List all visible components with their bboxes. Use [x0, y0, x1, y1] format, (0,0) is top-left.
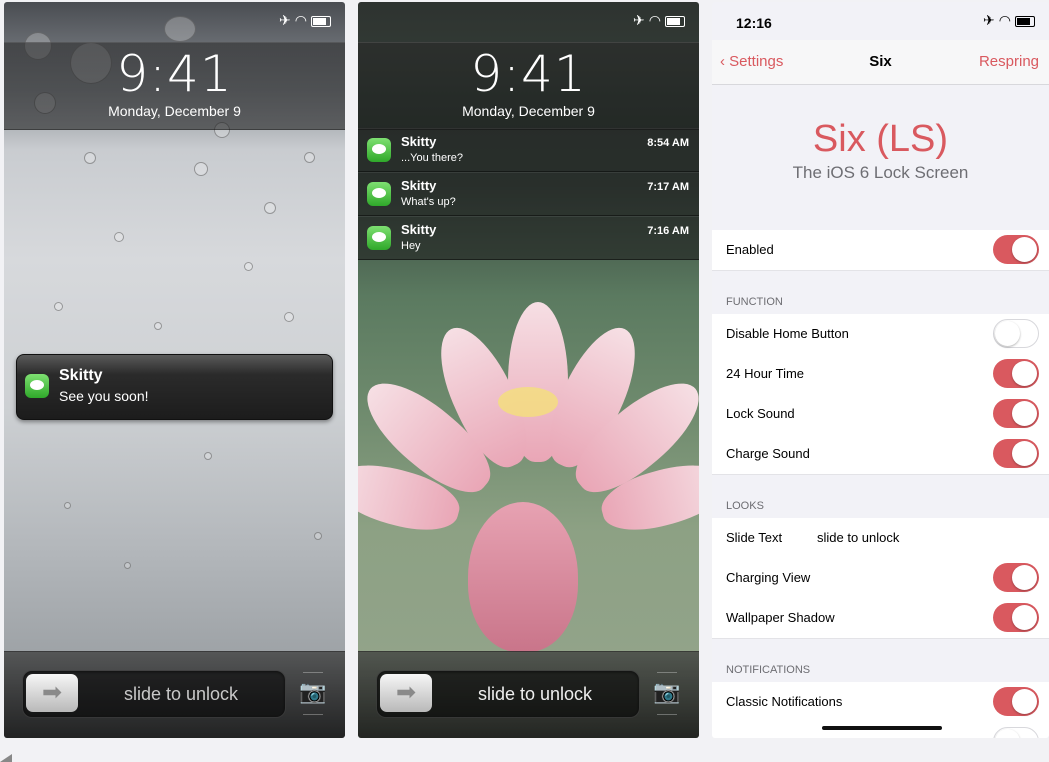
- slide-to-unlock-bar: ➡ slide to unlock 📷: [358, 651, 699, 738]
- slide-text: slide to unlock: [123, 684, 239, 704]
- disable-home-button-toggle[interactable]: [993, 319, 1039, 348]
- notification-item[interactable]: Skitty Hey 7:16 AM: [358, 216, 699, 260]
- lockscreen-notifications: ✈◠ 9:41 Monday, December 9 Skitty ...You…: [358, 2, 699, 738]
- slide-to-unlock-bar: ➡ slide to unlock 📷: [4, 651, 345, 738]
- notification-title: Skitty: [59, 367, 103, 384]
- notification-body: See you soon!: [59, 388, 149, 404]
- partial-toggle[interactable]: [993, 727, 1039, 738]
- row-label: Slide Text: [726, 530, 783, 545]
- enabled-row: Enabled: [712, 230, 1049, 271]
- lock-date: Monday, December 9: [462, 103, 595, 119]
- status-bar: ✈◠: [279, 12, 331, 29]
- row-label: Disable Home Button: [726, 326, 849, 341]
- lock-sound-row: Lock Sound: [712, 394, 1049, 435]
- notification-body: Hey: [401, 240, 421, 252]
- charge-sound-toggle[interactable]: [993, 439, 1039, 468]
- notification-title: Skitty: [401, 222, 437, 237]
- respring-button[interactable]: Respring: [979, 53, 1039, 70]
- lock-clock-header: 9:41 Monday, December 9: [358, 42, 699, 130]
- slide-knob[interactable]: ➡: [26, 674, 78, 712]
- section-header-function: FUNCTION: [726, 296, 783, 308]
- messages-icon: [367, 182, 391, 206]
- lock-sound-toggle[interactable]: [993, 399, 1039, 428]
- lock-clock-header: 9:41 Monday, December 9: [4, 42, 345, 130]
- slide-track: ➡ slide to unlock: [22, 670, 286, 718]
- wallpaper-shadow-row: Wallpaper Shadow: [712, 598, 1049, 639]
- notification-list: Skitty ...You there? 8:54 AM Skitty What…: [358, 128, 699, 260]
- disable-home-button-row: Disable Home Button: [712, 314, 1049, 355]
- camera-grip: [657, 714, 677, 715]
- 24-hour-time-row: 24 Hour Time: [712, 354, 1049, 395]
- camera-grip: [657, 672, 677, 673]
- lock-time: 9:41: [116, 45, 233, 103]
- tweak-subtitle: The iOS 6 Lock Screen: [792, 163, 969, 182]
- enabled-toggle[interactable]: [993, 235, 1039, 264]
- arrow-right-icon: ➡: [41, 679, 63, 706]
- lock-date: Monday, December 9: [108, 103, 241, 119]
- camera-grip: [303, 714, 323, 715]
- notification-time: 8:54 AM: [647, 137, 689, 149]
- wifi-icon: ◠: [998, 12, 1015, 28]
- slide-text-row: Slide Text slide to unlock: [712, 518, 1049, 559]
- wifi-icon: ◠: [648, 12, 665, 28]
- airplane-icon: ✈: [983, 12, 999, 28]
- messages-icon: [367, 226, 391, 250]
- row-label: 24 Hour Time: [726, 366, 805, 381]
- lockscreen-classic: ✈◠ 9:41 Monday, December 9 Skitty See yo…: [4, 2, 345, 738]
- status-bar: ✈◠: [983, 12, 1035, 29]
- settings-screen: 12:16 ✈◠ ‹ Settings Six Respring Six (LS…: [712, 2, 1049, 738]
- row-label: Classic Notifications: [726, 694, 843, 709]
- classic-notifications-toggle[interactable]: [993, 687, 1039, 716]
- navigation-bar: ‹ Settings Six Respring: [712, 40, 1049, 85]
- notification-title: Skitty: [401, 134, 437, 149]
- messages-icon: [367, 138, 391, 162]
- notification-item[interactable]: Skitty What's up? 7:17 AM: [358, 172, 699, 216]
- row-label: Wallpaper Shadow: [726, 610, 835, 625]
- messages-icon: [25, 374, 49, 398]
- tweak-title: Six (LS): [812, 118, 949, 160]
- section-header-looks: LOOKS: [726, 500, 764, 512]
- notification-item[interactable]: Skitty ...You there? 8:54 AM: [358, 128, 699, 172]
- lock-time: 9:41: [470, 45, 587, 103]
- slide-text: slide to unlock: [477, 684, 593, 704]
- battery-icon: [665, 15, 685, 27]
- battery-icon: [1015, 15, 1035, 27]
- notification-time: 7:16 AM: [647, 225, 689, 237]
- slide-knob[interactable]: ➡: [380, 674, 432, 712]
- section-header-notifications: NOTIFICATIONS: [726, 664, 811, 676]
- row-label: Charge Sound: [726, 446, 810, 461]
- charging-view-toggle[interactable]: [993, 563, 1039, 592]
- row-label: Charging View: [726, 570, 811, 585]
- classic-notifications-row: Classic Notifications: [712, 682, 1049, 723]
- charge-sound-row: Charge Sound: [712, 434, 1049, 475]
- row-label: Lock Sound: [726, 406, 795, 421]
- airplane-icon: ✈: [633, 12, 649, 28]
- notification-banner[interactable]: Skitty See you soon!: [16, 354, 333, 420]
- slide-track: ➡ slide to unlock: [376, 670, 640, 718]
- corner-marker: [0, 754, 12, 762]
- notification-title: Skitty: [401, 178, 437, 193]
- row-label: Enabled: [726, 242, 774, 257]
- airplane-icon: ✈: [279, 12, 295, 28]
- status-bar: ✈◠: [633, 12, 685, 29]
- wifi-icon: ◠: [294, 12, 311, 28]
- 24-hour-time-toggle[interactable]: [993, 359, 1039, 388]
- notification-time: 7:17 AM: [647, 181, 689, 193]
- camera-icon[interactable]: 📷: [299, 678, 327, 706]
- arrow-right-icon: ➡: [395, 679, 417, 706]
- tweak-header: Six (LS) The iOS 6 Lock Screen: [712, 84, 1049, 230]
- status-time: 12:16: [736, 15, 772, 31]
- camera-icon[interactable]: 📷: [653, 678, 681, 706]
- camera-grip: [303, 672, 323, 673]
- notification-body: ...You there?: [401, 152, 463, 164]
- slide-text-field[interactable]: slide to unlock: [817, 530, 899, 545]
- partial-row: [712, 722, 1049, 738]
- battery-icon: [311, 15, 331, 27]
- home-indicator[interactable]: [822, 726, 942, 730]
- wallpaper-shadow-toggle[interactable]: [993, 603, 1039, 632]
- notification-body: What's up?: [401, 196, 456, 208]
- charging-view-row: Charging View: [712, 558, 1049, 599]
